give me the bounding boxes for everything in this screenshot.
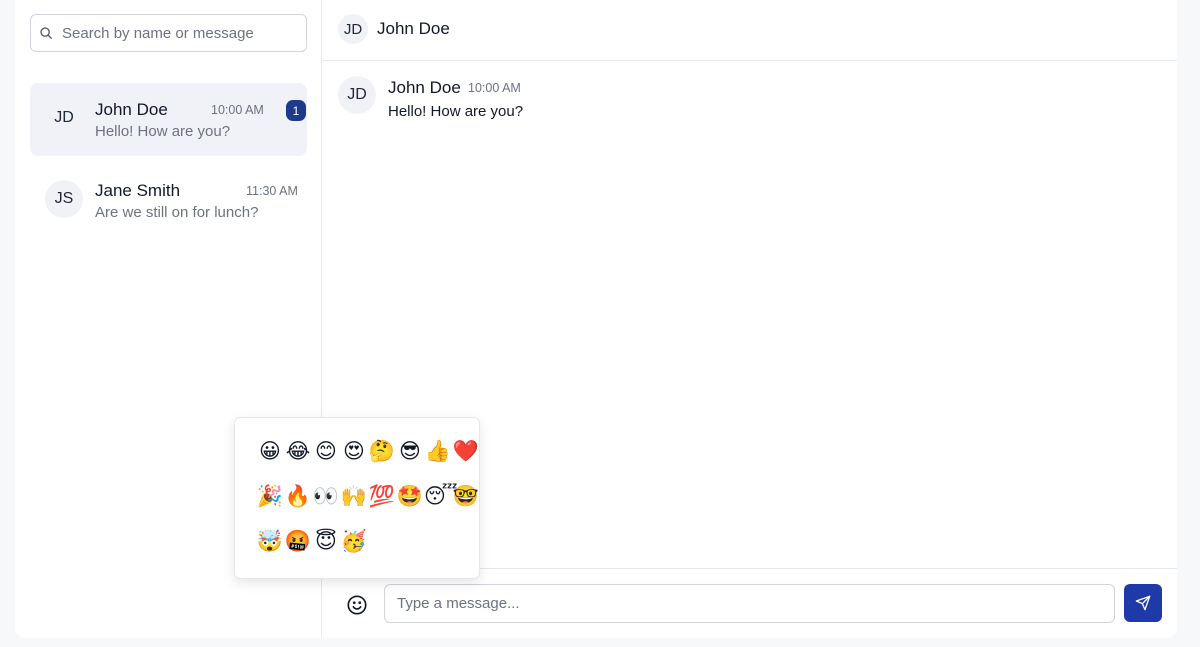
emoji-option[interactable]: 🤯 [256, 528, 284, 573]
send-icon [1135, 595, 1151, 611]
emoji-option[interactable]: 😴 [424, 483, 458, 528]
emoji-option[interactable]: 😊 [312, 438, 340, 483]
conversation-time: 10:00 AM [211, 103, 264, 117]
message-time: 10:00 AM [468, 81, 521, 95]
unread-badge: 1 [286, 100, 306, 121]
emoji-option[interactable]: 😇 [312, 528, 340, 573]
chat-title: John Doe [377, 19, 450, 38]
emoji-option[interactable]: 🥳 [340, 528, 368, 573]
avatar: JD [338, 76, 376, 114]
message-input[interactable] [384, 584, 1115, 623]
smiley-icon[interactable] [346, 594, 368, 616]
emoji-picker: 😀 😂 😊 😍 🤔 😎 👍 ❤️ 🎉 🔥 👀 🙌 💯 🤩 😴 🤓 🤯 🤬 😇 🥳 [234, 417, 480, 579]
conversation-name: Jane Smith [95, 181, 181, 200]
emoji-option[interactable]: 🤔 [368, 438, 396, 483]
avatar: JD [54, 109, 74, 126]
emoji-option[interactable]: 🤓 [452, 483, 480, 528]
chat-header: JD John Doe [322, 0, 1177, 61]
emoji-option[interactable]: 😍 [340, 438, 368, 483]
emoji-option[interactable]: 🤩 [396, 483, 424, 528]
send-button[interactable] [1124, 584, 1162, 622]
conversation-preview: Hello! How are you? [95, 123, 231, 140]
emoji-option[interactable]: ❤️ [452, 438, 480, 483]
avatar: JD [338, 14, 368, 44]
conversation-item-john-doe[interactable]: JD John Doe 10:00 AM 1 Hello! How are yo… [30, 83, 307, 156]
emoji-option[interactable]: 🙌 [340, 483, 368, 528]
conversation-item-jane-smith[interactable]: JS Jane Smith 11:30 AM Are we still on f… [30, 164, 307, 237]
emoji-option[interactable]: 🔥 [284, 483, 312, 528]
search-icon [40, 27, 52, 39]
emoji-option[interactable]: 😂 [284, 438, 312, 483]
emoji-option[interactable]: 😎 [396, 438, 424, 483]
emoji-option[interactable]: 💯 [368, 483, 396, 528]
avatar: JS [45, 180, 83, 218]
search-input[interactable] [62, 24, 292, 42]
conversation-preview: Are we still on for lunch? [95, 204, 259, 221]
emoji-grid: 😀 😂 😊 😍 🤔 😎 👍 ❤️ 🎉 🔥 👀 🙌 💯 🤩 😴 🤓 🤯 🤬 😇 🥳 [256, 438, 480, 573]
conversation-time: 11:30 AM [246, 184, 298, 198]
chat-app: JD John Doe 10:00 AM 1 Hello! How are yo… [15, 0, 1177, 638]
emoji-option[interactable]: 🎉 [256, 483, 284, 528]
emoji-option[interactable]: 👀 [312, 483, 340, 528]
search-box[interactable] [30, 14, 307, 52]
message-sender: John Doe [388, 78, 461, 97]
emoji-option[interactable]: 😀 [256, 438, 284, 483]
emoji-option[interactable]: 🤬 [284, 528, 312, 573]
emoji-option[interactable]: 👍 [424, 438, 452, 483]
message-text: Hello! How are you? [388, 103, 524, 120]
conversation-name: John Doe [95, 100, 168, 119]
